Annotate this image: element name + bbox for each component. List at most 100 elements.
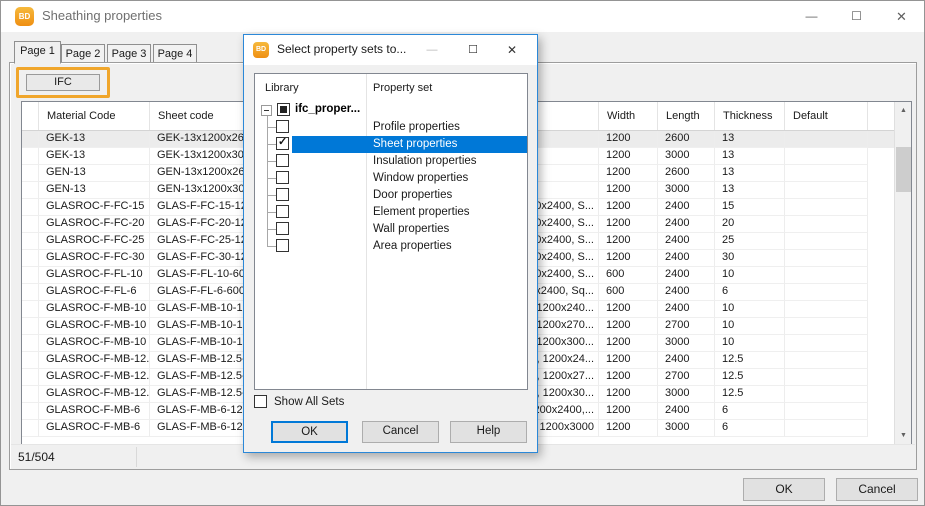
cell-length: 2400 [658, 352, 715, 369]
cell-length: 2400 [658, 216, 715, 233]
cell-default [785, 250, 868, 267]
select-property-sets-dialog: BD Select property sets to... — ☐ ✕ Libr… [243, 34, 538, 453]
propertyset-column-header[interactable]: Property set [373, 82, 432, 94]
tree-item-label: Door properties [373, 189, 452, 201]
cell-material: GEK-13 [39, 131, 150, 148]
column-header-default[interactable]: Default [785, 102, 868, 130]
cell-width: 1200 [599, 301, 658, 318]
column-header-material-code[interactable]: Material Code [39, 102, 150, 130]
tree-connector-line [267, 116, 268, 246]
tree-item-sheet-properties[interactable]: ✓Sheet properties [255, 136, 527, 153]
tree-item-area-properties[interactable]: Area properties [255, 238, 527, 255]
item-checkbox[interactable] [276, 222, 289, 235]
cancel-button[interactable]: Cancel [836, 478, 918, 501]
cell-material: GLASROC-F-MB-10 [39, 318, 150, 335]
row-selector-cell [22, 403, 39, 420]
dialog-app-icon: BD [253, 42, 269, 58]
row-selector-cell [22, 165, 39, 182]
show-all-sets-label: Show All Sets [274, 396, 344, 408]
maximize-icon[interactable]: ☐ [834, 1, 879, 32]
indeterminate-mark [280, 106, 287, 113]
scroll-down-icon[interactable]: ▼ [895, 427, 912, 444]
tree-item-window-properties[interactable]: Window properties [255, 170, 527, 187]
item-checkbox[interactable] [276, 205, 289, 218]
dialog-cancel-button[interactable]: Cancel [362, 421, 439, 443]
cell-material: GLASROC-F-FC-30 [39, 250, 150, 267]
cell-length: 2400 [658, 199, 715, 216]
row-selector-cell [22, 318, 39, 335]
window-title: Sheathing properties [42, 8, 162, 23]
collapse-icon[interactable] [261, 105, 272, 116]
tab-page-1[interactable]: Page 1 [14, 41, 61, 64]
row-selector-cell [22, 352, 39, 369]
item-checkbox[interactable] [276, 239, 289, 252]
dialog-ok-button[interactable]: OK [271, 421, 348, 443]
library-column-header[interactable]: Library [265, 82, 299, 94]
cell-default [785, 182, 868, 199]
item-checkbox[interactable]: ✓ [276, 137, 289, 150]
cell-length: 3000 [658, 182, 715, 199]
close-icon[interactable]: ✕ [879, 1, 924, 32]
tab-page-2[interactable]: Page 2 [61, 44, 105, 63]
cell-thickness: 6 [715, 403, 785, 420]
dialog-help-button[interactable]: Help [450, 421, 527, 443]
column-header-thickness[interactable]: Thickness [715, 102, 785, 130]
row-selector-cell [22, 131, 39, 148]
tab-page-3[interactable]: Page 3 [107, 44, 151, 63]
show-all-sets-checkbox[interactable] [254, 395, 267, 408]
item-checkbox[interactable] [276, 154, 289, 167]
tree-item-insulation-properties[interactable]: Insulation properties [255, 153, 527, 170]
item-checkbox[interactable] [276, 188, 289, 201]
row-selector-cell [22, 148, 39, 165]
cell-thickness: 10 [715, 301, 785, 318]
tree-branch-line [267, 161, 276, 162]
cell-thickness: 20 [715, 216, 785, 233]
tree-item-element-properties[interactable]: Element properties [255, 204, 527, 221]
cell-default [785, 284, 868, 301]
column-header-width[interactable]: Width [599, 102, 658, 130]
cell-width: 1200 [599, 318, 658, 335]
column-header-blank[interactable] [22, 102, 39, 130]
cell-thickness: 13 [715, 165, 785, 182]
tree-item-label: Insulation properties [373, 155, 477, 167]
cell-width: 1200 [599, 182, 658, 199]
scroll-up-icon[interactable]: ▲ [895, 102, 912, 119]
cell-length: 3000 [658, 386, 715, 403]
cell-material: GLASROC-F-FC-20 [39, 216, 150, 233]
cell-width: 1200 [599, 131, 658, 148]
cell-length: 2400 [658, 403, 715, 420]
tree-branch-line [267, 127, 276, 128]
app-icon: BD [15, 7, 34, 26]
dialog-minimize-icon[interactable]: — [415, 35, 449, 65]
tree-item-wall-properties[interactable]: Wall properties [255, 221, 527, 238]
cell-material: GLASROC-F-MB-12.5 [39, 386, 150, 403]
cell-material: GLASROC-F-MB-12.5 [39, 352, 150, 369]
row-selector-cell [22, 420, 39, 437]
tree-root-row[interactable]: ifc_proper... [255, 102, 527, 119]
cell-length: 2700 [658, 318, 715, 335]
cell-width: 1200 [599, 165, 658, 182]
tree-branch-line [267, 212, 276, 213]
column-header-length[interactable]: Length [658, 102, 715, 130]
tree-item-profile-properties[interactable]: Profile properties [255, 119, 527, 136]
cell-width: 1200 [599, 199, 658, 216]
vertical-scrollbar[interactable]: ▲ ▼ [894, 102, 911, 444]
item-checkbox[interactable] [276, 171, 289, 184]
dialog-close-icon[interactable]: ✕ [495, 35, 529, 65]
cell-default [785, 131, 868, 148]
cell-default [785, 216, 868, 233]
minimize-icon[interactable]: — [789, 1, 834, 32]
ok-button[interactable]: OK [743, 478, 825, 501]
cell-thickness: 25 [715, 233, 785, 250]
row-selector-cell [22, 199, 39, 216]
cell-length: 2400 [658, 250, 715, 267]
item-checkbox[interactable] [276, 120, 289, 133]
scrollbar-thumb[interactable] [896, 147, 911, 192]
tree-item-door-properties[interactable]: Door properties [255, 187, 527, 204]
ifc-button[interactable]: IFC [26, 74, 100, 91]
tab-page-4[interactable]: Page 4 [153, 44, 197, 63]
cell-default [785, 403, 868, 420]
dialog-maximize-icon[interactable]: ☐ [456, 35, 490, 65]
root-checkbox[interactable] [277, 103, 290, 116]
tree-branch-line [267, 229, 276, 230]
